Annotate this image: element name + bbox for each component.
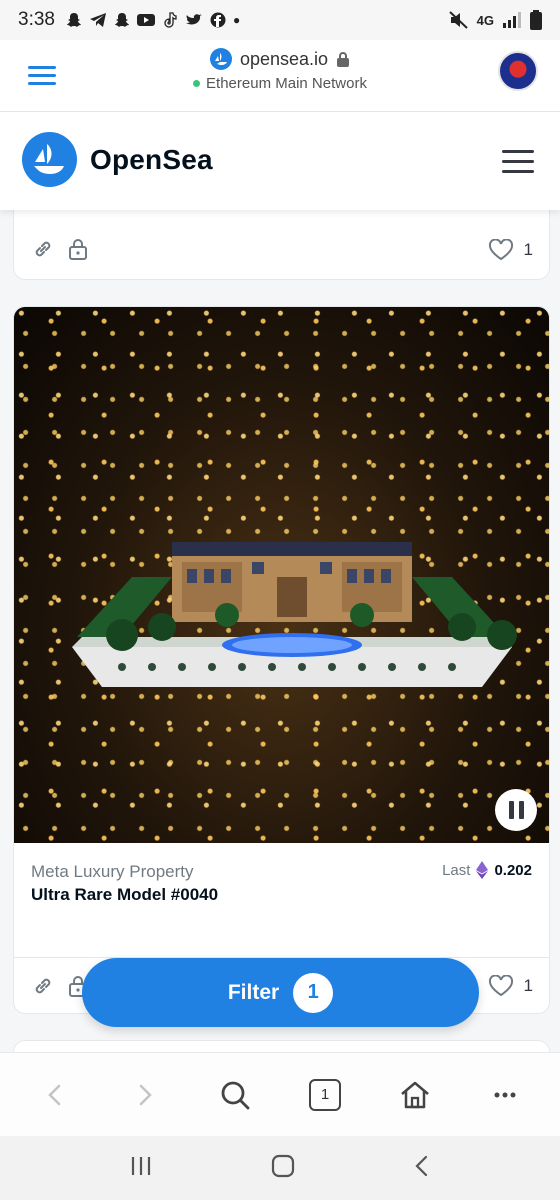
youtube-icon xyxy=(136,14,155,26)
nft-image[interactable] xyxy=(14,307,549,843)
dot-icon: ● xyxy=(232,13,241,27)
home-icon xyxy=(401,1081,429,1108)
chevron-right-icon xyxy=(139,1084,152,1105)
system-nav-bar xyxy=(0,1136,560,1200)
nft-mansion-illustration xyxy=(72,542,517,687)
opensea-logo-icon[interactable] xyxy=(22,132,77,187)
chain-link-icon xyxy=(35,978,51,994)
telegram-icon xyxy=(89,13,106,27)
network-status: Ethereum Main Network xyxy=(206,75,367,92)
twitter-icon xyxy=(185,14,202,25)
search-button[interactable] xyxy=(211,1071,259,1119)
forward-button[interactable] xyxy=(121,1071,169,1119)
recent-apps-icon xyxy=(131,1156,150,1175)
favorite-button[interactable]: 1 xyxy=(488,975,533,997)
last-price: Last 0.202 xyxy=(442,861,532,879)
nft-card[interactable]: Meta Luxury Property Ultra Rare Model #0… xyxy=(13,306,550,1014)
heart-icon xyxy=(488,239,513,261)
price-label: Last xyxy=(442,861,471,879)
nft-title[interactable]: Ultra Rare Model #0040 xyxy=(31,885,218,905)
wallet-avatar[interactable] xyxy=(498,51,538,91)
back-nav-button[interactable] xyxy=(413,1154,431,1183)
lock-icon xyxy=(337,52,350,67)
filter-count-badge: 1 xyxy=(293,972,334,1013)
favorite-button[interactable]: 1 xyxy=(488,239,533,261)
filter-label: Filter xyxy=(227,980,280,1004)
home-button[interactable] xyxy=(391,1071,439,1119)
favorite-count: 1 xyxy=(523,976,533,995)
home-square-icon xyxy=(271,1154,295,1177)
back-chevron-icon xyxy=(415,1155,428,1176)
site-menu-icon[interactable] xyxy=(502,150,534,174)
snapchat-icon xyxy=(66,13,81,27)
status-time: 3:38 xyxy=(18,9,55,30)
mute-icon xyxy=(448,11,468,29)
filter-button[interactable]: Filter 1 xyxy=(82,958,479,1027)
heart-icon xyxy=(488,975,513,997)
facebook-icon xyxy=(210,12,226,28)
brand-name[interactable]: OpenSea xyxy=(90,144,213,176)
recent-apps-button[interactable] xyxy=(129,1155,153,1182)
nft-card-previous[interactable]: 1 xyxy=(13,208,550,280)
signal-icon xyxy=(503,12,521,28)
network-type: 4G xyxy=(476,12,494,28)
search-icon xyxy=(221,1081,250,1109)
site-favicon-icon xyxy=(209,48,232,70)
tab-count: 1 xyxy=(309,1078,341,1111)
back-button[interactable] xyxy=(31,1071,79,1119)
battery-icon xyxy=(530,10,542,30)
chain-link-icon xyxy=(35,241,51,257)
price-value: 0.202 xyxy=(494,861,532,879)
browser-toolbar: 1 xyxy=(0,1052,560,1136)
snapchat-icon-2 xyxy=(114,13,129,27)
eth-icon xyxy=(476,861,489,879)
opensea-header: OpenSea xyxy=(0,112,560,210)
home-nav-button[interactable] xyxy=(270,1153,296,1184)
locked-content-icon xyxy=(69,239,87,260)
more-icon xyxy=(494,1092,516,1097)
network-status-dot xyxy=(193,80,201,87)
status-bar: 3:38 ● 4G xyxy=(0,0,560,40)
url-domain[interactable]: opensea.io xyxy=(240,49,328,70)
tabs-button[interactable]: 1 xyxy=(301,1071,349,1119)
favorite-count: 1 xyxy=(523,240,533,259)
browser-url-bar: opensea.io Ethereum Main Network xyxy=(0,40,560,112)
more-options-button[interactable] xyxy=(481,1071,529,1119)
chevron-left-icon xyxy=(48,1084,61,1105)
pause-button[interactable] xyxy=(495,789,537,831)
tiktok-icon xyxy=(164,12,177,28)
collection-name[interactable]: Meta Luxury Property xyxy=(31,862,194,882)
